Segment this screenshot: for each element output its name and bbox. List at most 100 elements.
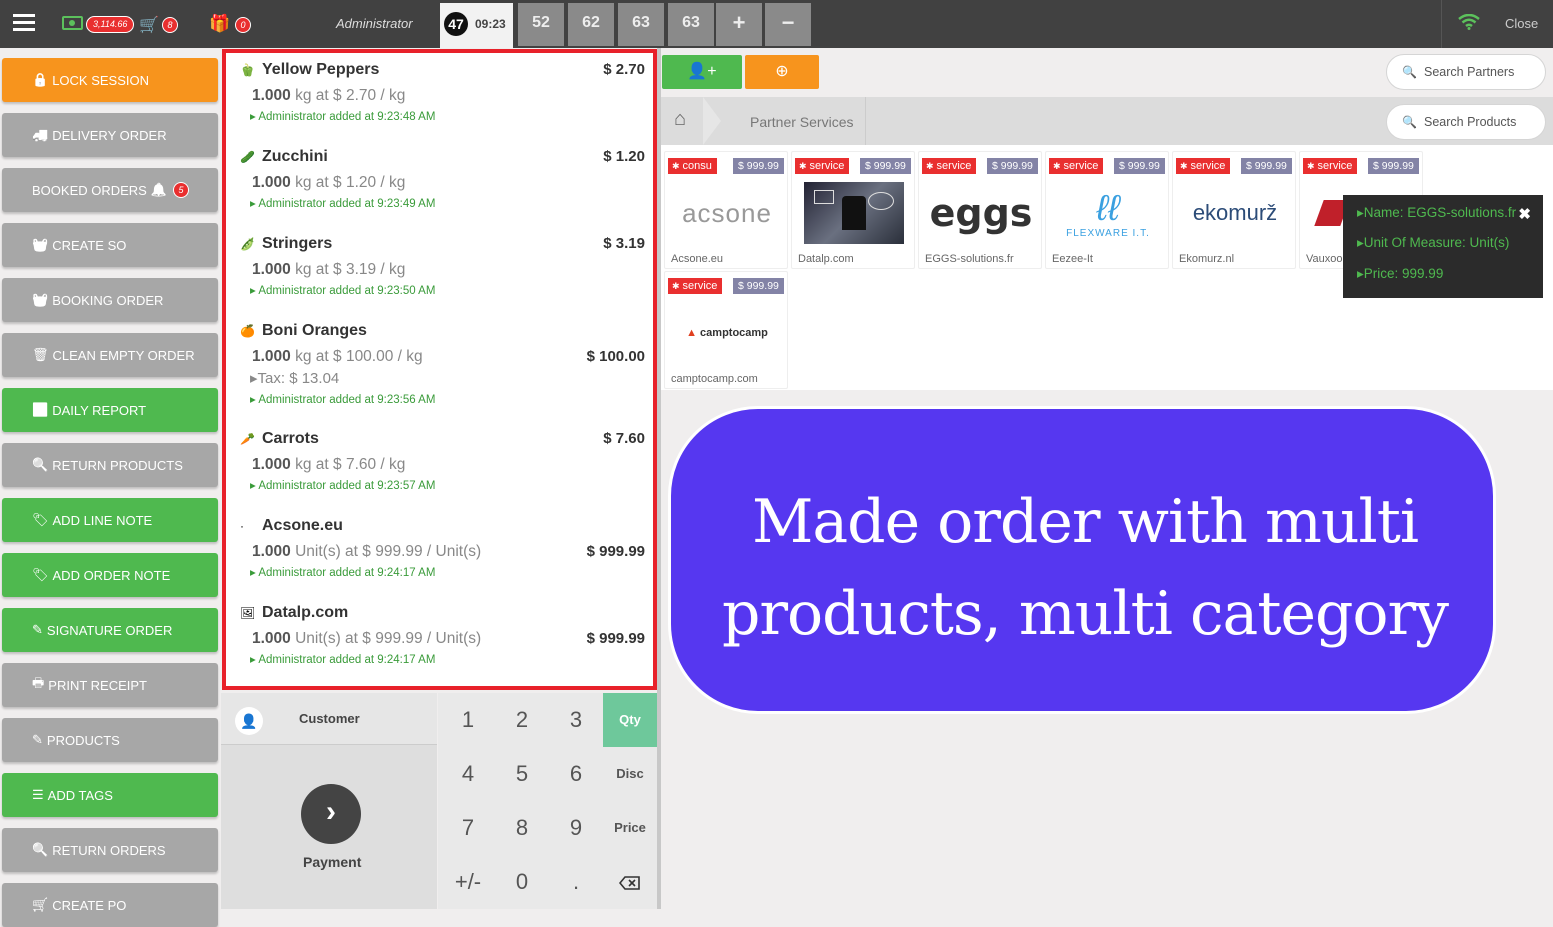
cart-icon: 🛒 <box>32 897 49 912</box>
product-logo: ▲ camptocamp <box>686 327 768 339</box>
customer-button[interactable]: 👤 Customer <box>221 693 437 745</box>
mode-price-button[interactable]: Price <box>603 801 657 855</box>
order-line[interactable]: · Acsone.eu $ 999.99 1.000 Unit(s) at $ 999… <box>240 517 645 597</box>
order-tab[interactable]: 63 <box>618 3 664 46</box>
numpad-key-4[interactable]: 4 <box>441 747 495 801</box>
order-line-note: ▸ Administrator added at 9:24:17 AM <box>250 654 436 666</box>
cash-icon[interactable] <box>62 16 83 30</box>
order-line-note-text: Administrator added at 9:23:56 AM <box>258 394 436 406</box>
mode-qty-button[interactable]: Qty <box>603 693 657 747</box>
action-button-booked-orders[interactable]: BOOKED ORDERS 🔔 5 <box>2 168 218 212</box>
add-partner-button[interactable]: 👤+ <box>662 55 742 89</box>
action-button-label: ADD LINE NOTE <box>52 512 153 528</box>
product-card[interactable]: service $ 999.99 ▲ camptocamp camptocamp.co… <box>664 271 788 389</box>
order-line[interactable]: 🥕 Carrots $ 7.60 1.000 kg at $ 7.60 / kg ▸ A… <box>240 430 645 510</box>
numpad-key-dot[interactable]: . <box>549 855 603 909</box>
breadcrumb-category[interactable]: Partner Services <box>750 114 853 130</box>
action-button-add-tags[interactable]: ☰ ADD TAGS <box>2 773 218 817</box>
order-line[interactable]: 🥒 Zucchini $ 1.20 1.000 kg at $ 1.20 / kg ▸ … <box>240 148 645 228</box>
divider <box>1441 0 1442 48</box>
action-button-print-receipt[interactable]: 🖶 PRINT RECEIPT <box>2 663 218 707</box>
order-line-qty: 1.000 <box>252 630 291 647</box>
home-icon[interactable]: ⌂ <box>674 108 686 131</box>
order-line-name: Stringers <box>262 235 333 252</box>
order-line-name: Yellow Peppers <box>262 61 380 78</box>
action-button-add-line-note[interactable]: 🏷 ADD LINE NOTE <box>2 498 218 542</box>
product-thumbnail-icon: 🥕 <box>240 432 255 446</box>
order-line[interactable]: 🫛 Stringers $ 3.19 1.000 kg at $ 3.19 / kg ▸… <box>240 235 645 315</box>
search-products-placeholder: Search Products <box>1424 115 1517 129</box>
numpad-key-sign[interactable]: +/- <box>441 855 495 909</box>
search-icon: 🔍 <box>32 457 49 472</box>
action-button-delivery-order[interactable]: 🚚 DELIVERY ORDER <box>2 113 218 157</box>
search-icon: 🔍 <box>32 842 49 857</box>
search-partners-placeholder: Search Partners <box>1424 65 1515 79</box>
order-line[interactable]: 🫑 Yellow Peppers $ 2.70 1.000 kg at $ 2.70 … <box>240 61 645 141</box>
numpad-key-7[interactable]: 7 <box>441 801 495 855</box>
action-button-products[interactable]: ✎ PRODUCTS <box>2 718 218 762</box>
action-button-label: BOOKING ORDER <box>52 292 164 308</box>
numpad-key-8[interactable]: 8 <box>495 801 549 855</box>
search-icon: 🔍 <box>1402 65 1417 79</box>
order-tab[interactable]: 63 <box>668 3 714 46</box>
action-button-return-products[interactable]: 🔍 RETURN PRODUCTS <box>2 443 218 487</box>
order-line[interactable]: 🍊 Boni Oranges $ 100.00 1.000 kg at $ 100.0… <box>240 322 645 406</box>
tooltip-price: ▸Price: 999.99 <box>1357 266 1444 281</box>
product-price-tag: $ 999.99 <box>860 158 911 174</box>
action-button-daily-report[interactable]: 📶 DAILY REPORT <box>2 388 218 432</box>
action-button-label: DELIVERY ORDER <box>52 127 167 143</box>
add-product-button[interactable]: ⊕ <box>745 55 819 89</box>
user-name[interactable]: Administrator <box>336 16 413 31</box>
product-card[interactable]: service $ 999.99 ekomurž Ekomurz.nl <box>1172 151 1296 269</box>
wifi-icon <box>1458 13 1480 35</box>
order-line-tax-text: Tax: $ 13.04 <box>257 370 340 387</box>
order-line-qty: 1.000 <box>252 456 291 473</box>
action-button-lock-session[interactable]: 🔒 LOCK SESSION <box>2 58 218 102</box>
product-card[interactable]: service $ 999.99 eggs EGGS-solutions.fr <box>918 151 1042 269</box>
product-logo: eggs <box>929 191 1033 235</box>
product-card[interactable]: service $ 999.99 ℓℓFLEXWARE I.T. Eezee-It <box>1045 151 1169 269</box>
numpad-key-6[interactable]: 6 <box>549 747 603 801</box>
cart-icon[interactable]: 🛒 <box>139 15 159 35</box>
mode-disc-button[interactable]: Disc <box>603 747 657 801</box>
order-tab[interactable]: 52 <box>518 3 564 46</box>
product-type-tag: service <box>1303 158 1358 174</box>
action-button-create-po[interactable]: 🛒 CREATE PO <box>2 883 218 927</box>
order-line[interactable]: 🖼 Datalp.com $ 999.99 1.000 Unit(s) at $ 99… <box>240 604 645 684</box>
numpad-key-9[interactable]: 9 <box>549 801 603 855</box>
order-line-note: ▸ Administrator added at 9:23:56 AM <box>250 394 436 406</box>
order-line-note-text: Administrator added at 9:24:17 AM <box>258 654 436 666</box>
gift-icon[interactable]: 🎁 <box>209 14 230 34</box>
payment-button[interactable]: › <box>301 784 361 844</box>
numpad-key-0[interactable]: 0 <box>495 855 549 909</box>
order-tab-active[interactable]: 47 09:23 <box>440 3 513 48</box>
action-button-create-so[interactable]: 🧺 CREATE SO <box>2 223 218 267</box>
menu-icon[interactable] <box>13 14 35 32</box>
backspace-icon[interactable] <box>603 855 657 909</box>
action-button-add-order-note[interactable]: 🏷 ADD ORDER NOTE <box>2 553 218 597</box>
numpad-key-1[interactable]: 1 <box>441 693 495 747</box>
product-type-tag: service <box>1049 158 1104 174</box>
action-button-signature-order[interactable]: ✎ SIGNATURE ORDER <box>2 608 218 652</box>
remove-order-button[interactable]: − <box>765 3 811 46</box>
order-line-qty: 1.000 <box>252 174 291 191</box>
search-partners-input[interactable]: 🔍 Search Partners <box>1386 54 1546 90</box>
product-price-tag: $ 999.99 <box>987 158 1038 174</box>
close-button[interactable]: Close <box>1505 16 1538 31</box>
product-price-tag: $ 999.99 <box>733 158 784 174</box>
action-button-booking-order[interactable]: 🧺 BOOKING ORDER <box>2 278 218 322</box>
product-card[interactable]: consu $ 999.99 acsone Acsone.eu <box>664 151 788 269</box>
tag-icon: 🏷 <box>32 567 49 582</box>
close-icon[interactable]: ✖ <box>1518 205 1531 223</box>
numpad-key-5[interactable]: 5 <box>495 747 549 801</box>
order-tab[interactable]: 62 <box>568 3 614 46</box>
product-thumbnail-icon: 🥒 <box>240 150 255 164</box>
add-order-button[interactable]: + <box>716 3 762 46</box>
product-card[interactable]: service $ 999.99 Datalp.com <box>791 151 915 269</box>
search-products-input[interactable]: 🔍 Search Products <box>1386 104 1546 140</box>
order-line-detail: kg at $ 100.00 / kg <box>295 348 423 365</box>
action-button-return-orders[interactable]: 🔍 RETURN ORDERS <box>2 828 218 872</box>
numpad-key-3[interactable]: 3 <box>549 693 603 747</box>
numpad-key-2[interactable]: 2 <box>495 693 549 747</box>
action-button-clean-empty-order[interactable]: 🗑 CLEAN EMPTY ORDER <box>2 333 218 377</box>
